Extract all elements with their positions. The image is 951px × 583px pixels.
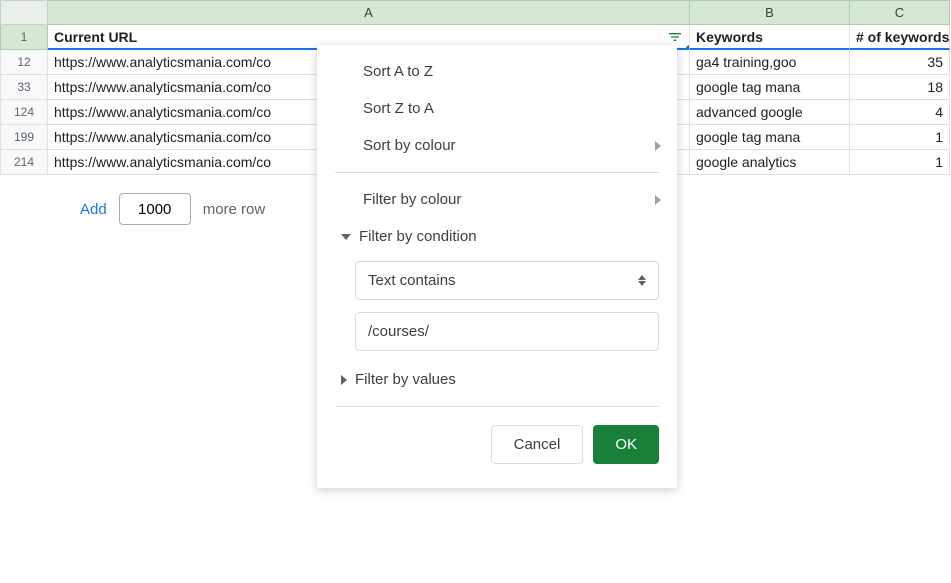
condition-type-select[interactable]: Text contains: [355, 261, 659, 300]
cell-header-b[interactable]: Keywords: [690, 25, 850, 50]
filter-condition-body: Text contains: [355, 261, 659, 351]
cell[interactable]: 1: [850, 150, 950, 175]
menu-label: Sort A to Z: [363, 63, 433, 80]
menu-label: Filter by colour: [363, 191, 461, 208]
divider: [335, 406, 659, 407]
chevron-down-icon: [341, 234, 351, 240]
selection-handle[interactable]: [686, 45, 690, 50]
cell[interactable]: google tag mana: [690, 75, 850, 100]
column-header-c[interactable]: C: [850, 0, 950, 25]
filter-values-toggle[interactable]: Filter by values: [317, 361, 677, 398]
row-number[interactable]: 1: [0, 25, 48, 50]
chevron-right-icon: [655, 195, 661, 205]
add-rows-button[interactable]: Add: [80, 201, 107, 218]
row-number[interactable]: 199: [0, 125, 48, 150]
sort-colour-item[interactable]: Sort by colour: [317, 127, 677, 164]
popup-buttons: Cancel OK: [317, 415, 677, 480]
condition-value-input[interactable]: [355, 312, 659, 351]
cell[interactable]: advanced google: [690, 100, 850, 125]
chevron-right-icon: [655, 141, 661, 151]
row-number[interactable]: 124: [0, 100, 48, 125]
section-label: Filter by values: [355, 371, 456, 388]
cell[interactable]: ga4 training,goo: [690, 50, 850, 75]
select-value: Text contains: [368, 272, 456, 289]
column-header-a[interactable]: A: [48, 0, 690, 25]
cell[interactable]: google tag mana: [690, 125, 850, 150]
header-text: Current URL: [54, 29, 137, 45]
filter-popup: Sort A to Z Sort Z to A Sort by colour F…: [317, 45, 677, 488]
row-number[interactable]: 12: [0, 50, 48, 75]
chevron-right-icon: [341, 375, 347, 385]
cell[interactable]: 1: [850, 125, 950, 150]
cell-header-c[interactable]: # of keywords: [850, 25, 950, 50]
cell[interactable]: 18: [850, 75, 950, 100]
row-number[interactable]: 214: [0, 150, 48, 175]
filter-icon[interactable]: [667, 29, 683, 45]
divider: [335, 172, 659, 173]
section-label: Filter by condition: [359, 228, 477, 245]
column-header-b[interactable]: B: [690, 0, 850, 25]
select-arrows-icon: [638, 275, 646, 286]
cell[interactable]: 4: [850, 100, 950, 125]
ok-button[interactable]: OK: [593, 425, 659, 464]
cancel-button[interactable]: Cancel: [491, 425, 584, 464]
row-number[interactable]: 33: [0, 75, 48, 100]
filter-colour-item[interactable]: Filter by colour: [317, 181, 677, 218]
sort-az-item[interactable]: Sort A to Z: [317, 53, 677, 90]
add-rows-input[interactable]: [119, 193, 191, 225]
column-header-row: A B C: [0, 0, 951, 25]
cell[interactable]: google analytics: [690, 150, 850, 175]
add-rows-label: more row: [203, 201, 266, 218]
menu-label: Sort Z to A: [363, 100, 434, 117]
cell[interactable]: 35: [850, 50, 950, 75]
select-all-cell[interactable]: [0, 0, 48, 25]
sort-za-item[interactable]: Sort Z to A: [317, 90, 677, 127]
menu-label: Sort by colour: [363, 137, 456, 154]
filter-condition-toggle[interactable]: Filter by condition: [317, 218, 677, 255]
